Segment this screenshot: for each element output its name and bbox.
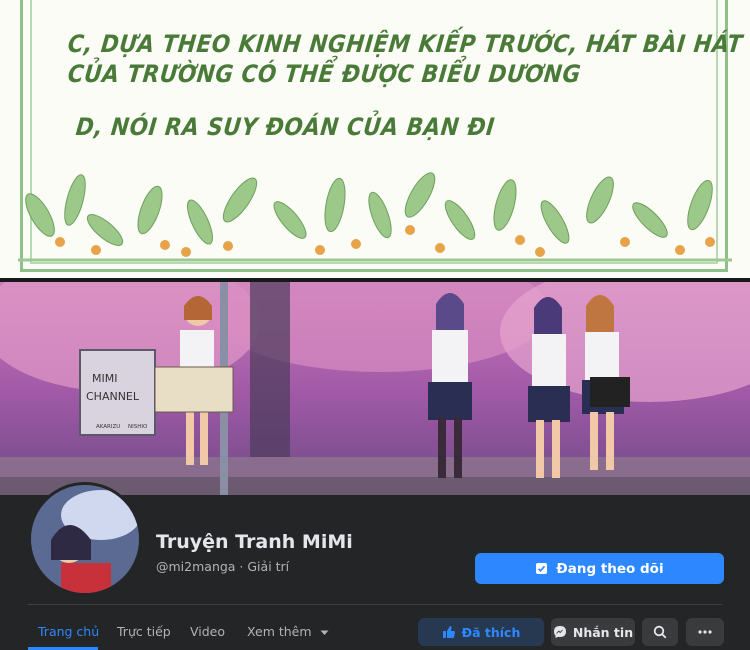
sign-text-sub2: NISHIO [128,424,148,430]
search-button[interactable] [642,618,678,646]
avatar-illustration [31,485,139,593]
following-check-icon [535,562,548,575]
liked-label: Đã thích [461,624,521,640]
sign-text-channel: CHANNEL [86,390,140,403]
ellipsis-icon [698,630,712,634]
search-icon [653,625,667,639]
message-label: Nhắn tin [572,624,634,640]
header-divider [28,604,722,605]
tab-more-label: Xem thêm [247,624,312,639]
page-title: Truyện Tranh MiMi [156,531,353,553]
chevron-down-icon [320,630,329,636]
sign-text-sub1: AKARIZU [96,424,120,430]
cover-photo[interactable]: MIMI CHANNEL AKARIZU NISHIO [0,282,750,495]
messenger-icon [553,625,567,639]
tab-video[interactable]: Video [190,624,225,639]
option-d-line: D, NÓI RA SUY ĐOÁN CỦA BẠN ĐI [74,113,497,141]
liked-button[interactable]: Đã thích [418,618,544,646]
message-button[interactable]: Nhắn tin [551,618,635,646]
sign-text-mimi: MIMI [92,372,117,385]
page-handle-category: @mi2manga · Giải trí [156,559,290,574]
leaf-border-illustration [18,172,732,262]
cover-illustration: MIMI CHANNEL AKARIZU NISHIO [0,282,750,495]
thumbs-up-icon [442,625,456,639]
manga-panel: C, DỰA THEO KINH NGHIỆM KIẾP TRƯỚC, HÁT … [0,0,750,278]
page-nav: Trang chủ Trực tiếp Video Xem thêm Đã th… [0,610,750,650]
option-c-line2: CỦA TRƯỜNG CÓ THỂ ĐƯỢC BIỂU DƯƠNG [66,60,583,88]
option-c-line1: C, DỰA THEO KINH NGHIỆM KIẾP TRƯỚC, HÁT … [66,30,744,58]
more-options-button[interactable] [686,618,724,646]
page-header: Truyện Tranh MiMi @mi2manga · Giải trí Đ… [0,482,750,650]
tab-live[interactable]: Trực tiếp [117,624,171,639]
following-label: Đang theo dõi [556,560,664,577]
following-button[interactable]: Đang theo dõi [475,553,724,584]
tab-more[interactable]: Xem thêm [247,624,329,639]
tab-home[interactable]: Trang chủ [38,624,99,639]
page-avatar[interactable] [28,482,142,596]
